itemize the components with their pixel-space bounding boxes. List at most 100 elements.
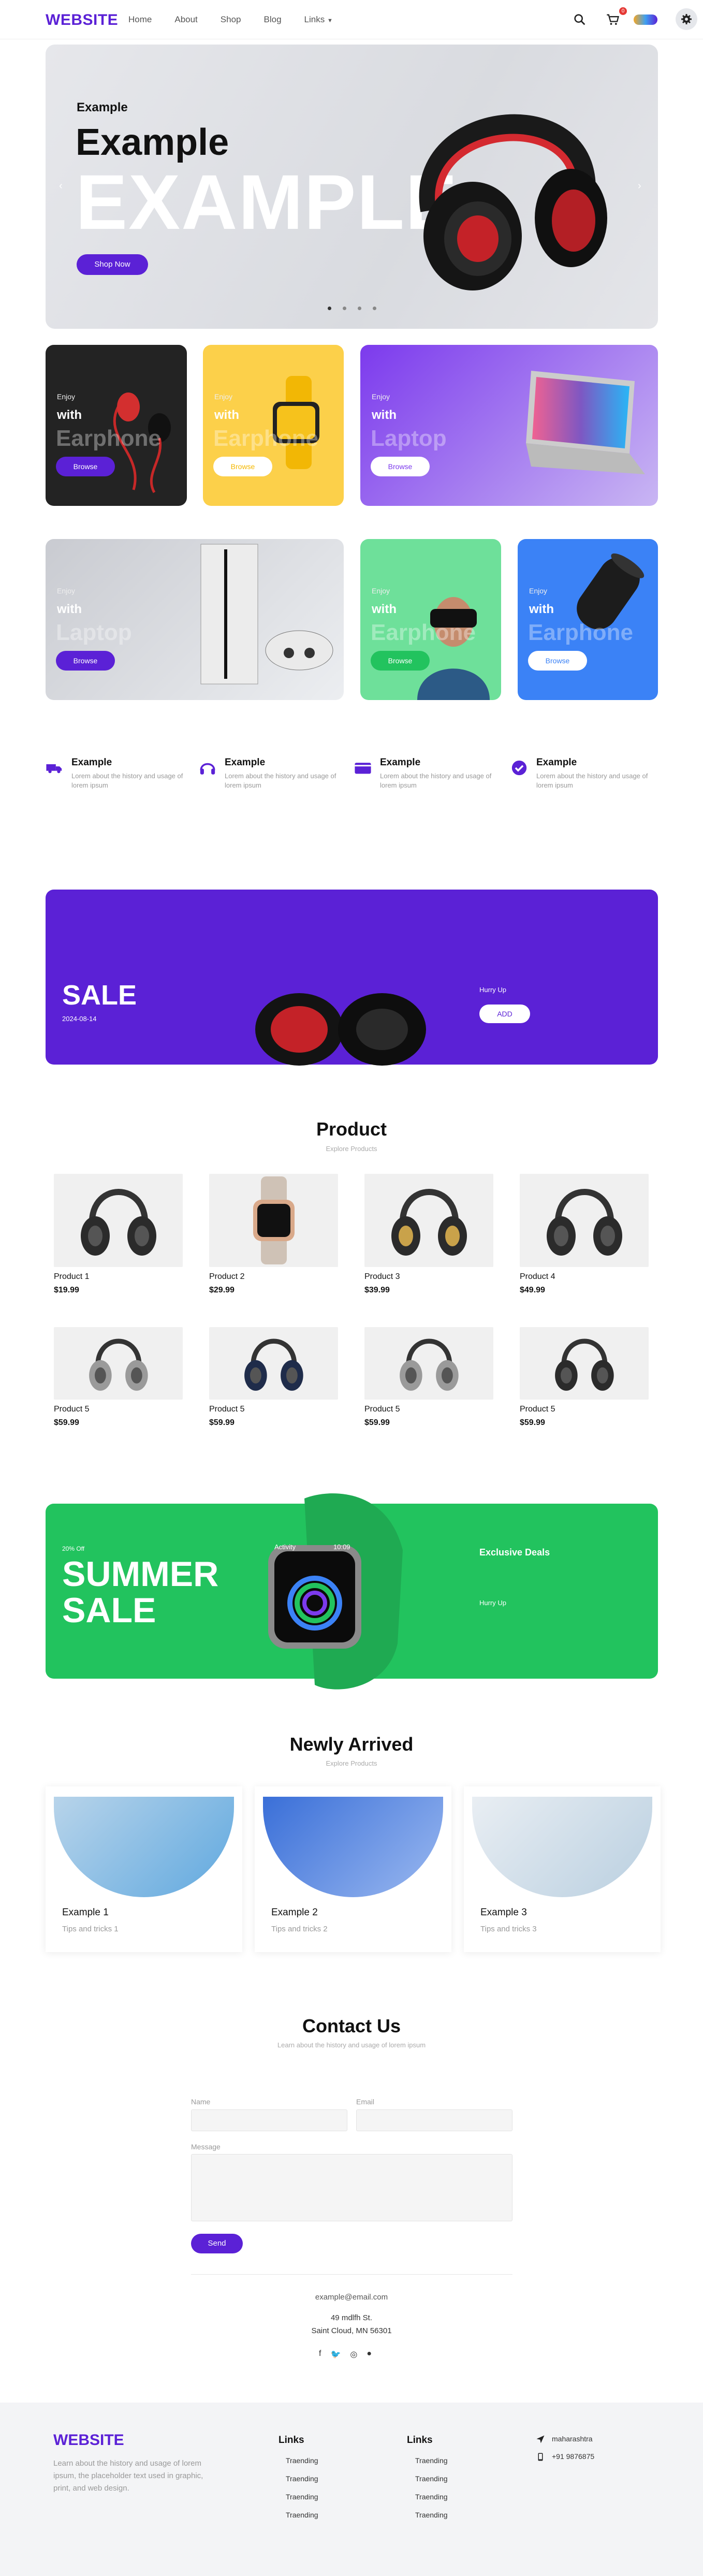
browse-button[interactable]: Browse — [56, 457, 115, 476]
feature-desc: Lorem about the history and usage of lor… — [380, 772, 492, 789]
main-nav: Home About Shop Blog Links ▼ — [128, 14, 333, 25]
footer-phone[interactable]: +91 9876875 — [552, 2452, 594, 2461]
card-enjoy-text: Enjoy — [57, 587, 76, 595]
footer-link[interactable]: Traending — [286, 2511, 318, 2519]
phone-icon — [538, 2453, 543, 2461]
blog-image-watch — [54, 1797, 234, 1897]
footer-link[interactable]: Traending — [415, 2475, 448, 2483]
instagram-icon[interactable]: ◎ — [350, 2349, 357, 2360]
slide-dot[interactable] — [343, 307, 346, 310]
feature-desc: Lorem about the history and usage of lor… — [71, 772, 183, 789]
contact-email[interactable]: example@email.com — [0, 2293, 703, 2302]
product-image[interactable] — [54, 1327, 183, 1400]
slide-dot[interactable] — [373, 307, 376, 310]
product-name[interactable]: Product 3 — [364, 1272, 400, 1282]
feature-title: Example — [536, 757, 577, 768]
blog-card-title: Example 2 — [271, 1907, 318, 1918]
facebook-icon[interactable]: f — [319, 2349, 321, 2360]
nav-blog[interactable]: Blog — [264, 14, 282, 25]
add-button[interactable]: ADD — [479, 1005, 530, 1023]
shop-now-button[interactable]: Shop Now — [77, 254, 148, 275]
category-card-earphone-dark: Enjoy with Earphone Browse — [46, 345, 187, 506]
feature-title: Example — [225, 757, 266, 768]
address-line-2: Saint Cloud, MN 56301 — [311, 2326, 392, 2335]
product-name[interactable]: Product 4 — [520, 1272, 555, 1282]
blog-card[interactable]: Example 1 Tips and tricks 1 — [46, 1786, 242, 1952]
cart-icon[interactable] — [606, 12, 620, 27]
browse-button[interactable]: Browse — [56, 651, 115, 671]
slide-dot[interactable] — [358, 307, 361, 310]
nav-shop[interactable]: Shop — [221, 14, 241, 25]
twitter-icon[interactable]: 🐦 — [330, 2349, 341, 2360]
laptop-image — [526, 371, 645, 474]
search-icon[interactable] — [573, 12, 587, 27]
product-name[interactable]: Product 5 — [54, 1405, 89, 1414]
smartwatch-image — [273, 376, 319, 469]
product-image[interactable] — [364, 1174, 493, 1267]
summer-sale-banner: 20% Off SUMMER SALE Activity 10:09 Exclu… — [46, 1493, 658, 1690]
product-image[interactable] — [54, 1174, 183, 1267]
category-card-speaker-blue: Enjoy with Earphone Browse — [518, 539, 658, 700]
nav-about[interactable]: About — [174, 14, 197, 25]
product-price: $19.99 — [54, 1286, 79, 1294]
caret-down-icon: ▼ — [327, 18, 333, 24]
card-ghost-text: Earphone — [56, 426, 161, 451]
blog-card[interactable]: Example 2 Tips and tricks 2 — [255, 1786, 451, 1952]
name-label: Name — [191, 2098, 211, 2106]
footer-link[interactable]: Traending — [286, 2493, 318, 2501]
hero-title: Example — [76, 122, 229, 163]
product-image[interactable] — [209, 1327, 338, 1400]
browse-button[interactable]: Browse — [528, 651, 587, 671]
contact-title: Contact Us — [302, 2015, 401, 2036]
products-title: Product — [316, 1118, 387, 1140]
product-price: $59.99 — [520, 1418, 545, 1427]
theme-toggle[interactable] — [634, 14, 657, 25]
summer-text: SUMMER — [62, 1554, 219, 1594]
card-ghost-text: Laptop — [56, 620, 132, 645]
browse-button[interactable]: Browse — [371, 457, 430, 476]
footer-link[interactable]: Traending — [415, 2511, 448, 2519]
footer-link[interactable]: Traending — [415, 2493, 448, 2501]
footer-link[interactable]: Traending — [415, 2456, 448, 2465]
product-name[interactable]: Product 2 — [209, 1272, 244, 1282]
contact-subtitle: Learn about the history and usage of lor… — [277, 2041, 426, 2049]
product-name[interactable]: Product 5 — [520, 1405, 555, 1414]
nav-links-dropdown[interactable]: Links ▼ — [304, 14, 333, 25]
browse-button[interactable]: Browse — [371, 651, 430, 671]
email-input[interactable] — [356, 2109, 512, 2131]
footer-logo[interactable]: WEBSITE — [53, 2432, 124, 2449]
name-input[interactable] — [191, 2109, 347, 2131]
product-image[interactable] — [520, 1327, 649, 1400]
prev-slide-icon[interactable]: ‹ — [59, 180, 63, 192]
product-image[interactable] — [209, 1174, 338, 1267]
product-name[interactable]: Product 1 — [54, 1272, 89, 1282]
product-image[interactable] — [364, 1327, 493, 1400]
whatsapp-icon[interactable]: ● — [367, 2349, 372, 2360]
site-footer: WEBSITE Learn about the history and usag… — [0, 2403, 703, 2576]
send-button[interactable]: Send — [191, 2234, 243, 2253]
settings-button[interactable] — [676, 8, 697, 30]
message-textarea[interactable] — [191, 2154, 512, 2221]
product-name[interactable]: Product 5 — [209, 1405, 244, 1414]
slide-dot[interactable] — [328, 307, 331, 310]
newly-arrived-subtitle: Explore Products — [326, 1759, 377, 1767]
footer-link[interactable]: Traending — [286, 2475, 318, 2483]
browse-button[interactable]: Browse — [213, 457, 272, 476]
next-slide-icon[interactable]: › — [638, 180, 641, 192]
product-price: $29.99 — [209, 1286, 235, 1294]
product-image[interactable] — [520, 1174, 649, 1267]
footer-link[interactable]: Traending — [286, 2456, 318, 2465]
site-logo[interactable]: WEBSITE — [46, 11, 118, 29]
card-with-text: with — [57, 408, 82, 422]
blog-image-devices — [263, 1797, 443, 1897]
blog-card[interactable]: Example 3 Tips and tricks 3 — [464, 1786, 661, 1952]
category-card-console-gray: Enjoy with Laptop Browse — [46, 539, 344, 700]
nav-home[interactable]: Home — [128, 14, 152, 25]
products-subtitle: Explore Products — [326, 1145, 377, 1153]
headphones-icon — [200, 763, 215, 775]
hurry-up-text: Hurry Up — [479, 1599, 507, 1607]
site-header: WEBSITE Home About Shop Blog Links ▼ 0 — [0, 0, 703, 39]
feature-title: Example — [71, 757, 112, 768]
product-name[interactable]: Product 5 — [364, 1405, 400, 1414]
card-with-text: with — [529, 602, 554, 616]
